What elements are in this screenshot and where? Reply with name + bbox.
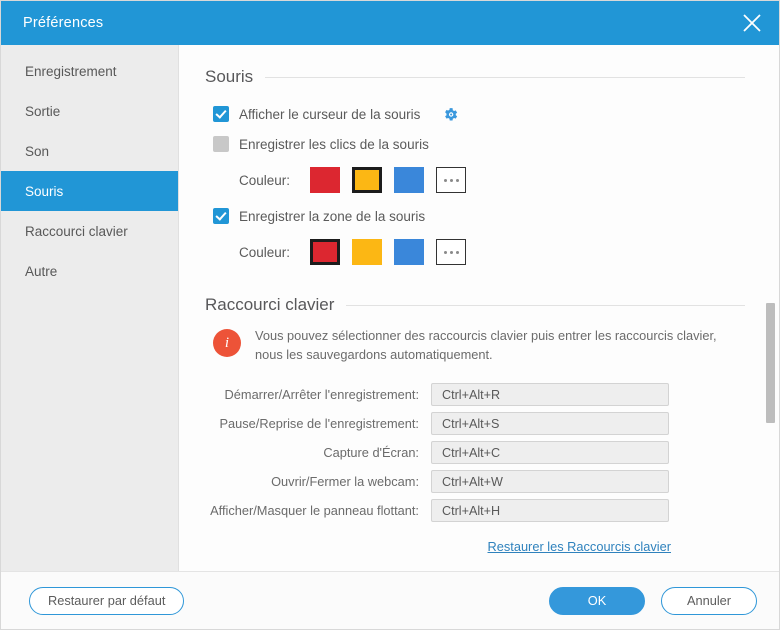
sidebar-item-label: Enregistrement (25, 64, 117, 79)
shortcut-label: Ouvrir/Fermer la webcam: (205, 474, 431, 489)
show-cursor-row[interactable]: Afficher le curseur de la souris (205, 99, 745, 129)
shortcut-notice-text: Vous pouvez sélectionner des raccourcis … (255, 327, 725, 364)
sidebar-item-label: Sortie (25, 104, 60, 119)
sidebar-item-souris[interactable]: Souris (1, 171, 178, 211)
section-divider (346, 305, 745, 306)
sidebar-item-label: Son (25, 144, 49, 159)
window-body: Enregistrement Sortie Son Souris Raccour… (1, 45, 779, 571)
sidebar: Enregistrement Sortie Son Souris Raccour… (1, 45, 179, 571)
sidebar-item-sortie[interactable]: Sortie (1, 91, 178, 131)
more-colors-button[interactable] (436, 239, 466, 265)
cancel-button[interactable]: Annuler (661, 587, 757, 615)
gear-icon[interactable] (442, 106, 459, 123)
footer-actions: OK Annuler (549, 587, 757, 615)
color-swatch-orange[interactable] (352, 239, 382, 265)
more-colors-button[interactable] (436, 167, 466, 193)
color-swatch-red[interactable] (310, 239, 340, 265)
restore-default-button[interactable]: Restaurer par défaut (29, 587, 184, 615)
shortcut-row-screenshot: Capture d'Écran: Ctrl+Alt+C (205, 438, 745, 467)
shortcut-label: Démarrer/Arrêter l'enregistrement: (205, 387, 431, 402)
shortcut-label: Afficher/Masquer le panneau flottant: (205, 503, 431, 518)
area-color-label: Couleur: (239, 245, 290, 260)
restore-shortcuts-link[interactable]: Restaurer les Raccourcis clavier (488, 539, 671, 554)
record-area-checkbox[interactable] (213, 208, 229, 224)
record-clicks-row[interactable]: Enregistrer les clics de la souris (205, 129, 745, 159)
sidebar-item-raccourci-clavier[interactable]: Raccourci clavier (1, 211, 178, 251)
sidebar-item-son[interactable]: Son (1, 131, 178, 171)
section-header-souris: Souris (205, 67, 745, 87)
window-title: Préférences (23, 15, 103, 31)
color-swatch-red[interactable] (310, 167, 340, 193)
footer-bar: Restaurer par défaut OK Annuler (1, 571, 779, 629)
area-color-row: Couleur: (205, 231, 745, 273)
sidebar-item-label: Raccourci clavier (25, 224, 128, 239)
shortcut-row-start-stop: Démarrer/Arrêter l'enregistrement: Ctrl+… (205, 380, 745, 409)
area-color-swatches (310, 239, 466, 265)
shortcut-row-floating-panel: Afficher/Masquer le panneau flottant: Ct… (205, 496, 745, 525)
shortcut-notice: i Vous pouvez sélectionner des raccourci… (205, 327, 745, 364)
color-swatch-blue[interactable] (394, 239, 424, 265)
show-cursor-label: Afficher le curseur de la souris (239, 107, 420, 122)
shortcut-label: Capture d'Écran: (205, 445, 431, 460)
color-swatch-blue[interactable] (394, 167, 424, 193)
color-swatch-orange[interactable] (352, 167, 382, 193)
record-area-label: Enregistrer la zone de la souris (239, 209, 425, 224)
preferences-window: Préférences Enregistrement Sortie Son So… (0, 0, 780, 630)
shortcut-input-floating-panel[interactable]: Ctrl+Alt+H (431, 499, 669, 522)
shortcut-row-pause-resume: Pause/Reprise de l'enregistrement: Ctrl+… (205, 409, 745, 438)
show-cursor-checkbox[interactable] (213, 106, 229, 122)
clicks-color-swatches (310, 167, 466, 193)
shortcut-input-pause-resume[interactable]: Ctrl+Alt+S (431, 412, 669, 435)
section-header-raccourci-clavier: Raccourci clavier (205, 295, 745, 315)
ok-button[interactable]: OK (549, 587, 645, 615)
shortcut-input-start-stop[interactable]: Ctrl+Alt+R (431, 383, 669, 406)
shortcut-input-webcam[interactable]: Ctrl+Alt+W (431, 470, 669, 493)
sidebar-item-label: Autre (25, 264, 57, 279)
record-clicks-checkbox[interactable] (213, 136, 229, 152)
section-divider (265, 77, 745, 78)
section-title: Raccourci clavier (205, 295, 334, 315)
record-area-row[interactable]: Enregistrer la zone de la souris (205, 201, 745, 231)
clicks-color-label: Couleur: (239, 173, 290, 188)
content-scrollbar[interactable] (766, 45, 775, 571)
settings-content: Souris Afficher le curseur de la souris … (179, 45, 779, 571)
sidebar-item-autre[interactable]: Autre (1, 251, 178, 291)
shortcut-label: Pause/Reprise de l'enregistrement: (205, 416, 431, 431)
title-bar: Préférences (1, 1, 779, 45)
close-icon[interactable] (725, 1, 779, 45)
shortcut-input-screenshot[interactable]: Ctrl+Alt+C (431, 441, 669, 464)
section-title: Souris (205, 67, 253, 87)
sidebar-item-label: Souris (25, 184, 63, 199)
info-icon: i (213, 329, 241, 357)
clicks-color-row: Couleur: (205, 159, 745, 201)
restore-shortcuts-wrap: Restaurer les Raccourcis clavier (205, 539, 745, 554)
record-clicks-label: Enregistrer les clics de la souris (239, 137, 429, 152)
sidebar-item-enregistrement[interactable]: Enregistrement (1, 51, 178, 91)
scrollbar-thumb[interactable] (766, 303, 775, 423)
shortcut-row-webcam: Ouvrir/Fermer la webcam: Ctrl+Alt+W (205, 467, 745, 496)
